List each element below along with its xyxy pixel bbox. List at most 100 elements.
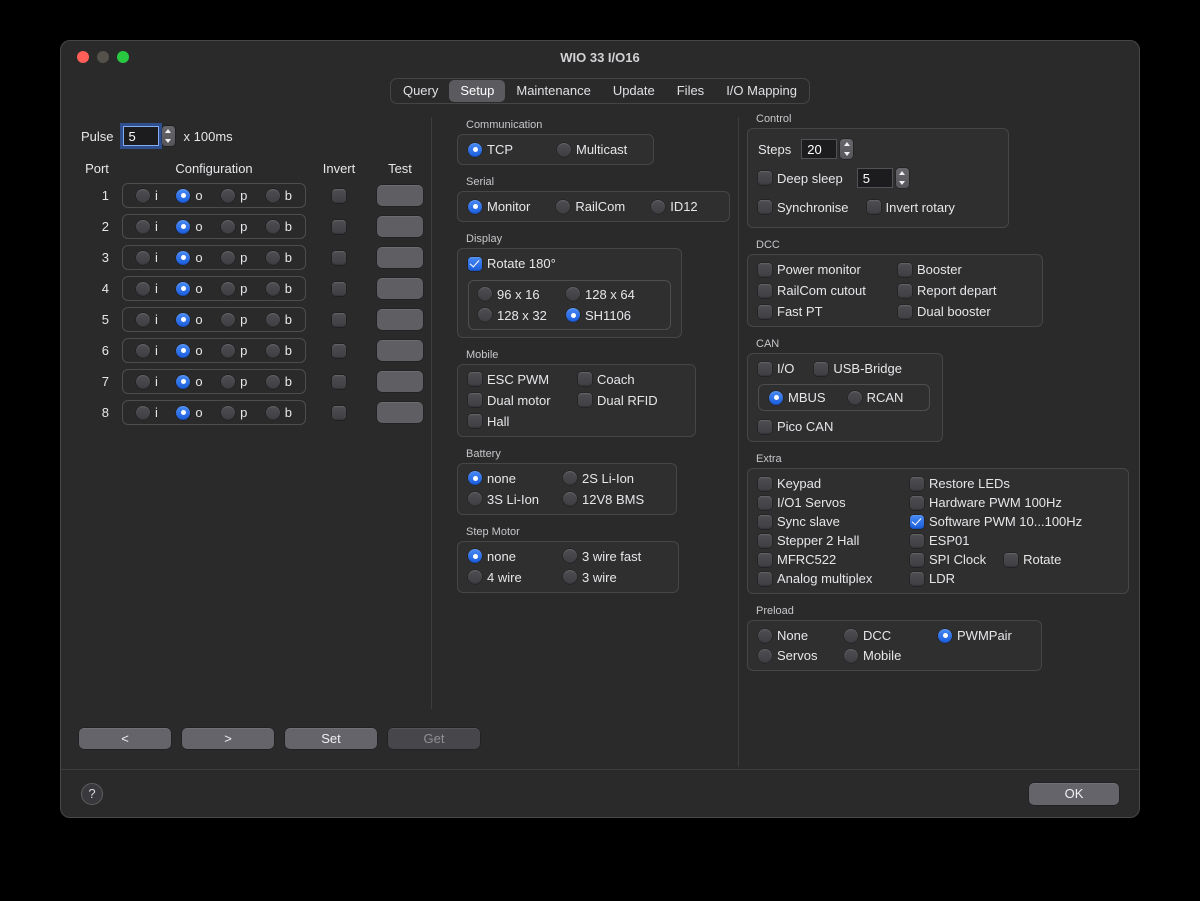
esc-pwm-checkbox[interactable]: ESC PWM bbox=[468, 372, 578, 387]
port-2-radio-b[interactable]: b bbox=[266, 219, 292, 234]
radio-preload-servos[interactable]: Servos bbox=[758, 648, 844, 663]
analog-multiplex-checkbox[interactable]: Analog multiplex bbox=[758, 571, 910, 586]
port-3-test-button[interactable] bbox=[377, 247, 423, 268]
port-7-radio-o[interactable]: o bbox=[176, 374, 202, 389]
radio-preload-none[interactable]: None bbox=[758, 628, 844, 643]
can-io-checkbox[interactable]: I/O bbox=[758, 361, 794, 376]
dual-motor-checkbox[interactable]: Dual motor bbox=[468, 393, 578, 408]
zoom-button[interactable] bbox=[117, 51, 129, 63]
radio-128x32[interactable]: 128 x 32 bbox=[478, 308, 566, 323]
radio-2s-liion[interactable]: 2S Li-Ion bbox=[563, 471, 666, 486]
fast-pt-checkbox[interactable]: Fast PT bbox=[758, 304, 898, 319]
port-6-invert-checkbox[interactable] bbox=[332, 344, 346, 358]
port-6-radio-p[interactable]: p bbox=[221, 343, 247, 358]
io1-servos-checkbox[interactable]: I/O1 Servos bbox=[758, 495, 910, 510]
deep-sleep-stepper-arrows[interactable] bbox=[896, 168, 909, 188]
port-1-radio-p[interactable]: p bbox=[221, 188, 247, 203]
railcom-cutout-checkbox[interactable]: RailCom cutout bbox=[758, 283, 898, 298]
port-7-radio-i[interactable]: i bbox=[136, 374, 158, 389]
port-8-invert-checkbox[interactable] bbox=[332, 406, 346, 420]
radio-id12[interactable]: ID12 bbox=[651, 199, 697, 214]
tab-maintenance[interactable]: Maintenance bbox=[505, 80, 601, 102]
step-down-icon[interactable] bbox=[162, 136, 175, 146]
radio-12v8-bms[interactable]: 12V8 BMS bbox=[563, 492, 666, 507]
tab-query[interactable]: Query bbox=[392, 80, 449, 102]
hardware-pwm-checkbox[interactable]: Hardware PWM 100Hz bbox=[910, 495, 1118, 510]
port-5-test-button[interactable] bbox=[377, 309, 423, 330]
port-8-radio-i[interactable]: i bbox=[136, 405, 158, 420]
port-1-radio-o[interactable]: o bbox=[176, 188, 202, 203]
port-8-radio-p[interactable]: p bbox=[221, 405, 247, 420]
sync-slave-checkbox[interactable]: Sync slave bbox=[758, 514, 910, 529]
step-up-icon[interactable] bbox=[840, 139, 853, 149]
port-2-test-button[interactable] bbox=[377, 216, 423, 237]
ok-button[interactable]: OK bbox=[1029, 783, 1119, 805]
radio-3-wire-fast[interactable]: 3 wire fast bbox=[563, 549, 668, 564]
port-1-radio-i[interactable]: i bbox=[136, 188, 158, 203]
prev-button[interactable]: < bbox=[79, 728, 171, 749]
port-6-test-button[interactable] bbox=[377, 340, 423, 361]
port-2-radio-i[interactable]: i bbox=[136, 219, 158, 234]
pico-can-checkbox[interactable]: Pico CAN bbox=[758, 419, 833, 434]
booster-checkbox[interactable]: Booster bbox=[898, 262, 1032, 277]
ldr-checkbox[interactable]: LDR bbox=[910, 571, 1118, 586]
step-down-icon[interactable] bbox=[840, 149, 853, 159]
port-3-radio-i[interactable]: i bbox=[136, 250, 158, 265]
port-3-invert-checkbox[interactable] bbox=[332, 251, 346, 265]
port-8-radio-o[interactable]: o bbox=[176, 405, 202, 420]
synchronise-checkbox[interactable]: Synchronise bbox=[758, 200, 849, 215]
port-1-invert-checkbox[interactable] bbox=[332, 189, 346, 203]
stepper-2-hall-checkbox[interactable]: Stepper 2 Hall bbox=[758, 533, 910, 548]
pulse-stepper-arrows[interactable] bbox=[162, 126, 175, 146]
port-5-invert-checkbox[interactable] bbox=[332, 313, 346, 327]
usb-bridge-checkbox[interactable]: USB-Bridge bbox=[814, 361, 902, 376]
software-pwm-checkbox[interactable]: Software PWM 10...100Hz bbox=[910, 514, 1118, 529]
radio-3s-liion[interactable]: 3S Li-Ion bbox=[468, 492, 563, 507]
radio-sh1106[interactable]: SH1106 bbox=[566, 308, 661, 323]
port-6-radio-b[interactable]: b bbox=[266, 343, 292, 358]
power-monitor-checkbox[interactable]: Power monitor bbox=[758, 262, 898, 277]
dual-booster-checkbox[interactable]: Dual booster bbox=[898, 304, 1032, 319]
step-up-icon[interactable] bbox=[896, 168, 909, 178]
port-7-invert-checkbox[interactable] bbox=[332, 375, 346, 389]
port-5-radio-p[interactable]: p bbox=[221, 312, 247, 327]
radio-preload-mobile[interactable]: Mobile bbox=[844, 648, 938, 663]
port-6-radio-o[interactable]: o bbox=[176, 343, 202, 358]
port-7-radio-p[interactable]: p bbox=[221, 374, 247, 389]
keypad-checkbox[interactable]: Keypad bbox=[758, 476, 910, 491]
radio-multicast[interactable]: Multicast bbox=[557, 142, 627, 157]
port-4-test-button[interactable] bbox=[377, 278, 423, 299]
port-4-radio-i[interactable]: i bbox=[136, 281, 158, 296]
step-up-icon[interactable] bbox=[162, 126, 175, 136]
radio-railcom[interactable]: RailCom bbox=[556, 199, 625, 214]
radio-stepmotor-none[interactable]: none bbox=[468, 549, 563, 564]
radio-mbus[interactable]: MBUS bbox=[769, 390, 826, 405]
spi-clock-checkbox[interactable]: SPI Clock bbox=[910, 552, 986, 567]
port-3-radio-b[interactable]: b bbox=[266, 250, 292, 265]
port-8-radio-b[interactable]: b bbox=[266, 405, 292, 420]
port-3-radio-o[interactable]: o bbox=[176, 250, 202, 265]
radio-96x16[interactable]: 96 x 16 bbox=[478, 287, 566, 302]
coach-checkbox[interactable]: Coach bbox=[578, 372, 685, 387]
mfrc522-checkbox[interactable]: MFRC522 bbox=[758, 552, 910, 567]
port-1-test-button[interactable] bbox=[377, 185, 423, 206]
tab-update[interactable]: Update bbox=[602, 80, 666, 102]
radio-preload-dcc[interactable]: DCC bbox=[844, 628, 938, 643]
rotate-180-checkbox[interactable]: Rotate 180° bbox=[468, 256, 556, 271]
port-7-test-button[interactable] bbox=[377, 371, 423, 392]
port-5-radio-o[interactable]: o bbox=[176, 312, 202, 327]
port-6-radio-i[interactable]: i bbox=[136, 343, 158, 358]
radio-tcp[interactable]: TCP bbox=[468, 142, 513, 157]
port-4-radio-o[interactable]: o bbox=[176, 281, 202, 296]
port-3-radio-p[interactable]: p bbox=[221, 250, 247, 265]
port-8-test-button[interactable] bbox=[377, 402, 423, 423]
pulse-input[interactable]: 5 bbox=[123, 126, 159, 146]
port-5-radio-b[interactable]: b bbox=[266, 312, 292, 327]
port-7-radio-b[interactable]: b bbox=[266, 374, 292, 389]
port-4-radio-p[interactable]: p bbox=[221, 281, 247, 296]
step-down-icon[interactable] bbox=[896, 178, 909, 188]
port-1-radio-b[interactable]: b bbox=[266, 188, 292, 203]
port-5-radio-i[interactable]: i bbox=[136, 312, 158, 327]
steps-input[interactable]: 20 bbox=[801, 139, 837, 159]
radio-preload-pwmpair[interactable]: PWMPair bbox=[938, 628, 1031, 643]
